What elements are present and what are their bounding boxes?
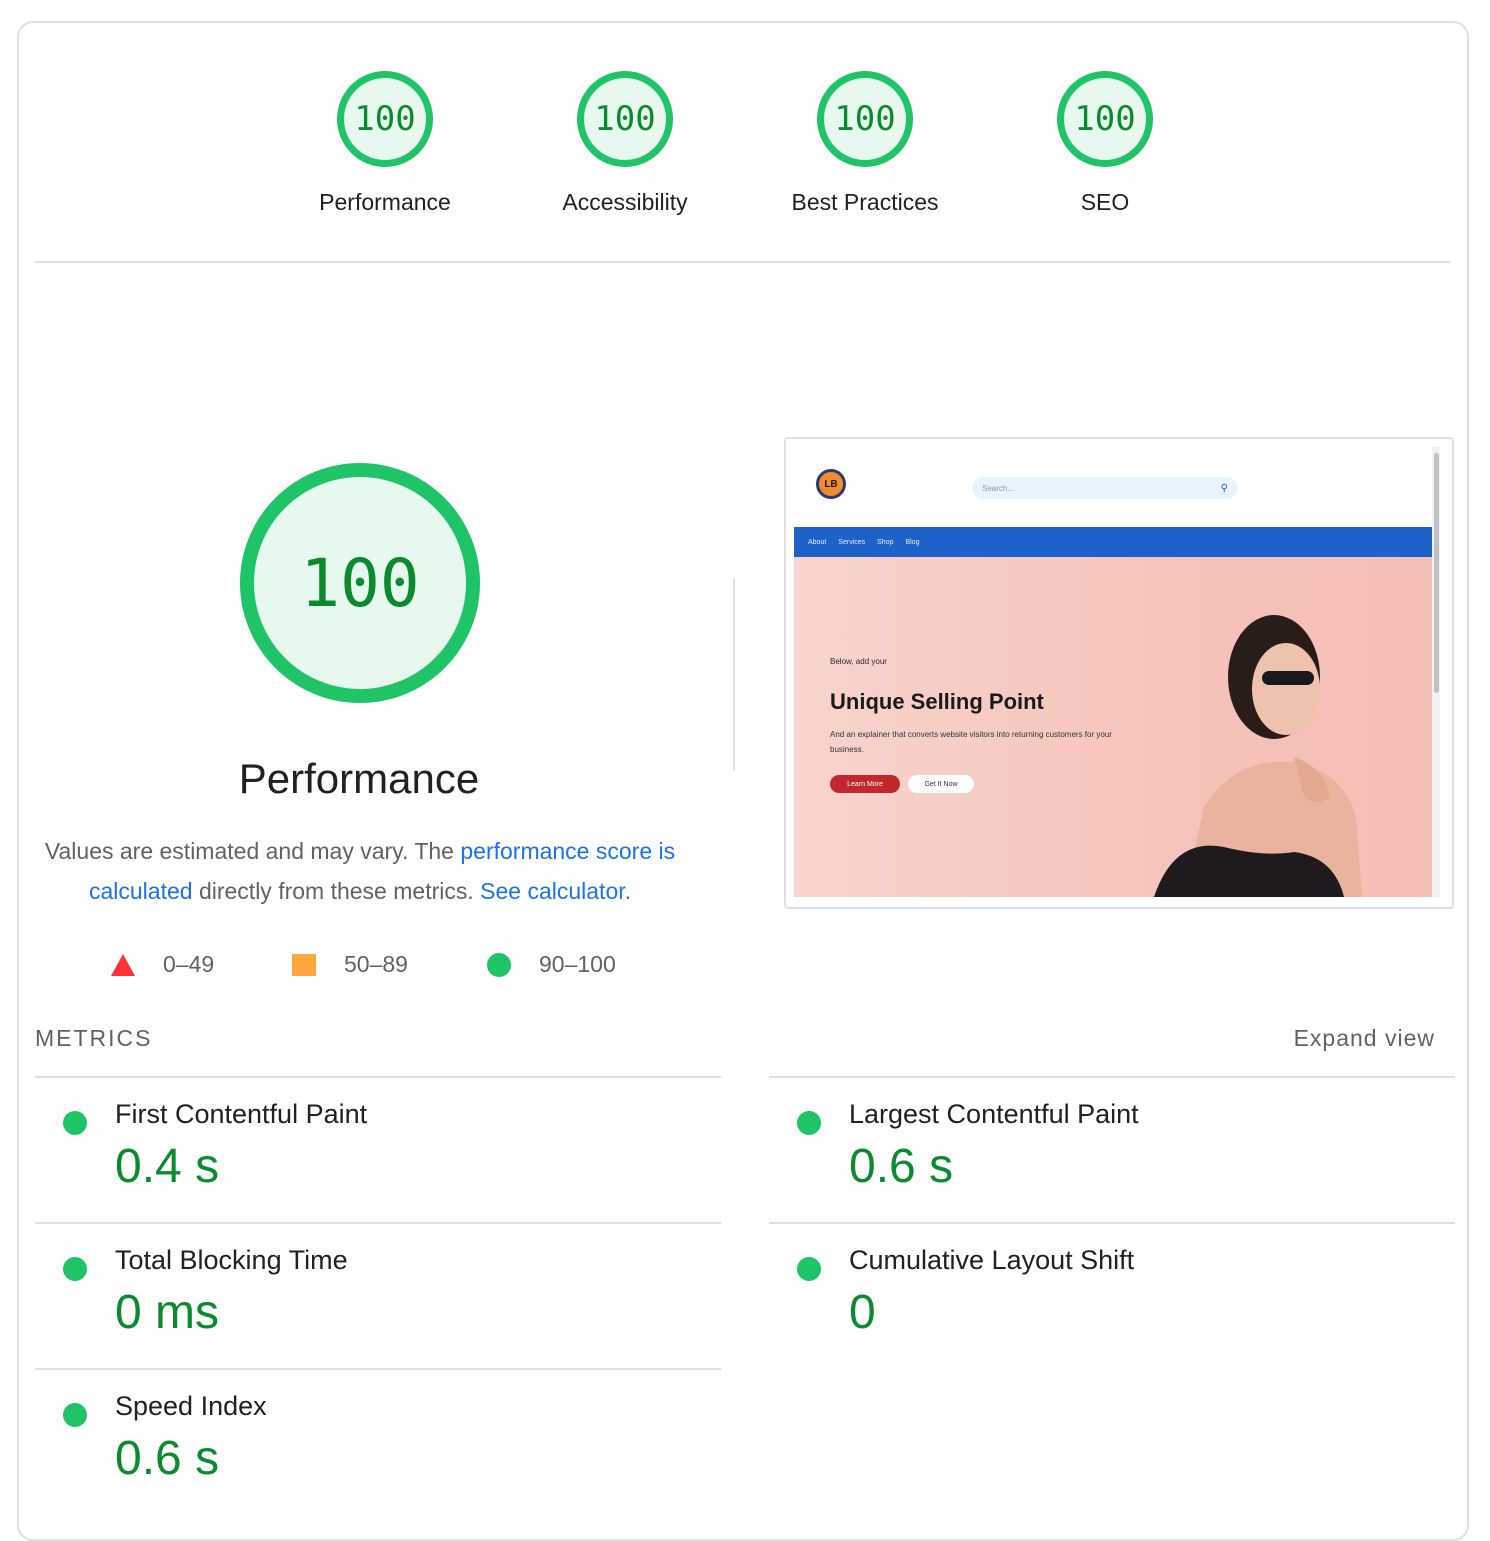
site-nav-item: Services <box>838 538 866 546</box>
legend-pass-label: 90–100 <box>539 951 616 977</box>
site-search-bar: Search... ⚲ <box>972 477 1238 499</box>
screenshot-scrollbar <box>1432 447 1440 897</box>
pass-circle-icon <box>63 1111 87 1135</box>
score-ring: 100 <box>577 71 673 167</box>
performance-title: Performance <box>238 755 480 802</box>
expand-view-toggle[interactable]: Expand view <box>1294 1025 1435 1052</box>
gauge-accessibility[interactable]: 100 Accessibility <box>505 71 745 216</box>
desc-text-prefix: Values are estimated and may vary. The <box>44 838 461 864</box>
legend-fail: 0–49 <box>111 951 214 978</box>
metric-name: Total Blocking Time <box>115 1245 348 1275</box>
hero-learn-more-button: Learn More <box>830 775 900 793</box>
site-nav-bar: About Services Shop Blog <box>794 527 1440 557</box>
square-icon <box>292 953 316 976</box>
hero-small-text: Below, add your <box>830 657 887 666</box>
pass-circle-icon <box>63 1257 87 1281</box>
pass-circle-icon <box>797 1257 821 1281</box>
score-ring: 100 <box>337 71 433 167</box>
site-nav-item: Shop <box>877 538 894 546</box>
score-ring: 100 <box>817 71 913 167</box>
legend-average-label: 50–89 <box>344 951 408 977</box>
gauge-seo[interactable]: 100 SEO <box>985 71 1225 216</box>
metric-name: First Contentful Paint <box>115 1099 368 1129</box>
gauge-label: Performance <box>319 189 451 215</box>
metrics-divider <box>35 1222 721 1224</box>
metric-value: 0.6 s <box>115 1432 220 1485</box>
site-nav-item: About <box>808 538 827 546</box>
metric-value: 0 ms <box>115 1286 220 1339</box>
site-search-placeholder: Search... <box>982 483 1015 493</box>
pass-circle-icon <box>797 1111 821 1135</box>
gauge-label: Best Practices <box>791 189 939 215</box>
gauge-label: SEO <box>1080 189 1130 215</box>
metrics-divider <box>769 1222 1455 1224</box>
search-icon: ⚲ <box>1220 482 1228 494</box>
performance-description: Values are estimated and may vary. The p… <box>35 831 685 911</box>
legend-fail-label: 0–49 <box>163 951 215 977</box>
desc-text-middle: directly from these metrics. <box>192 878 481 904</box>
score-ring: 100 <box>1057 71 1153 167</box>
hero-model-image <box>1154 615 1362 897</box>
metric-name: Cumulative Layout Shift <box>849 1245 1135 1275</box>
metric-value: 0.4 s <box>115 1140 220 1193</box>
pass-circle-icon <box>63 1403 87 1427</box>
triangle-icon <box>111 953 135 976</box>
legend-average: 50–89 <box>292 951 408 978</box>
circle-icon <box>487 952 511 977</box>
vertical-separator <box>733 578 735 770</box>
hero-get-it-now-button: Get It Now <box>908 775 974 793</box>
legend-pass: 90–100 <box>487 951 616 978</box>
gauge-label: Accessibility <box>562 189 688 215</box>
see-calculator-link[interactable]: See calculator. <box>480 878 631 904</box>
metrics-heading: METRICS <box>35 1025 153 1051</box>
gauge-performance[interactable]: 100 Performance <box>265 71 505 216</box>
hero-headline: Unique Selling Point <box>830 689 1044 714</box>
report-card: 100 Performance 100 Accessibility 100 Be… <box>17 21 1469 1541</box>
performance-score-ring: 100 <box>240 463 480 703</box>
hero-subtext: And an explainer that converts website v… <box>830 730 1112 754</box>
scrollbar-thumb <box>1434 453 1439 693</box>
site-logo: LB <box>816 469 846 499</box>
metrics-divider <box>35 1076 721 1078</box>
metric-name: Largest Contentful Paint <box>849 1099 1139 1129</box>
screenshot-page: LB Search... ⚲ About Services Shop Blog <box>794 447 1440 897</box>
header-divider <box>35 261 1451 263</box>
final-screenshot[interactable]: LB Search... ⚲ About Services Shop Blog <box>784 437 1454 909</box>
metrics-divider <box>35 1368 721 1370</box>
site-hero: Below, add your Unique Selling Point And… <box>794 557 1440 897</box>
gauge-best-practices[interactable]: 100 Best Practices <box>745 71 985 216</box>
metric-value: 0 <box>849 1286 876 1339</box>
site-nav-item: Blog <box>905 538 920 546</box>
metric-value: 0.6 s <box>849 1140 954 1193</box>
metrics-divider <box>769 1076 1455 1078</box>
metric-name: Speed Index <box>115 1391 267 1421</box>
